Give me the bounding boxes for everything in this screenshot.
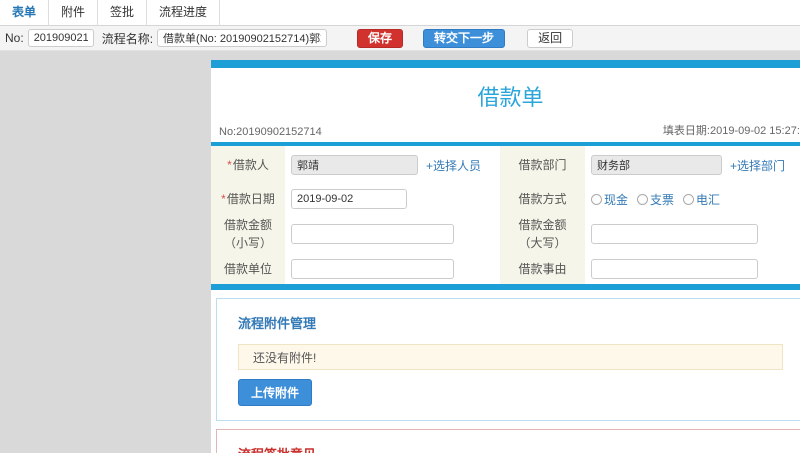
- form-number-text: No:20190902152714: [219, 126, 322, 138]
- borrower-input[interactable]: [291, 155, 418, 175]
- loan-date-label: *借款日期: [211, 184, 285, 214]
- loan-reason-label: 借款事由: [500, 254, 585, 284]
- tab-attachments[interactable]: 附件: [49, 0, 99, 26]
- loan-reason-input[interactable]: [591, 259, 758, 279]
- loan-unit-label: 借款单位: [211, 254, 285, 284]
- loan-form-panel: 借款单 No:20190902152714 填表日期:2019-09-02 15…: [211, 60, 800, 453]
- amount-lowercase-field-cell: [285, 214, 500, 254]
- loan-method-radio-group: 现金 支票 电汇: [591, 191, 720, 208]
- attachments-panel: 流程附件管理 还没有附件! 上传附件: [216, 298, 800, 421]
- borrower-label: *借款人: [211, 146, 285, 184]
- loan-unit-input[interactable]: [291, 259, 454, 279]
- upload-attachment-button[interactable]: 上传附件: [238, 379, 313, 406]
- radio-icon[interactable]: [591, 193, 602, 205]
- select-department-link[interactable]: +选择部门: [730, 157, 785, 174]
- tab-bar: 表单 附件 签批 流程进度: [0, 0, 800, 26]
- radio-icon[interactable]: [637, 193, 649, 205]
- form-date-text: 填表日期:2019-09-02 15:27:1: [662, 125, 800, 137]
- panel-bottom-bar: [211, 284, 800, 290]
- loan-unit-field-cell: [285, 254, 500, 284]
- tab-approval[interactable]: 签批: [98, 0, 148, 26]
- form-title: 借款单: [477, 85, 544, 110]
- loan-method-label: 借款方式: [500, 184, 585, 214]
- amount-uppercase-field-cell: [585, 214, 800, 254]
- loan-date-field-cell: [285, 184, 500, 214]
- borrower-field-cell: +选择人员: [285, 146, 500, 184]
- amount-lowercase-input[interactable]: [291, 224, 454, 244]
- loan-reason-field-cell: [585, 254, 800, 284]
- amount-uppercase-input[interactable]: [591, 224, 758, 244]
- loan-form-grid: *借款人 +选择人员 借款部门 +选择部门 *借款日期 借款方式 现金: [211, 146, 800, 284]
- loan-date-input[interactable]: [291, 189, 407, 209]
- toolbar: No: 流程名称: 保存 转交下一步 返回: [0, 26, 800, 51]
- no-attachments-alert: 还没有附件!: [238, 344, 783, 370]
- radio-cash[interactable]: 现金: [591, 191, 628, 208]
- required-marker: *: [221, 192, 226, 206]
- no-input[interactable]: [27, 29, 94, 47]
- loan-method-field-cell: 现金 支票 电汇: [585, 184, 800, 214]
- back-button[interactable]: 返回: [527, 28, 574, 48]
- approval-panel-title: 流程签批意见: [238, 444, 783, 453]
- required-marker: *: [227, 158, 232, 172]
- no-label: No:: [5, 31, 24, 45]
- select-person-link[interactable]: +选择人员: [426, 157, 481, 174]
- tab-form[interactable]: 表单: [0, 0, 50, 26]
- form-meta-row: No:20190902152714 填表日期:2019-09-02 15:27:…: [211, 112, 800, 142]
- radio-cheque[interactable]: 支票: [637, 191, 674, 208]
- panel-top-bar: [211, 60, 800, 68]
- radio-wire-transfer[interactable]: 电汇: [683, 191, 720, 208]
- amount-lowercase-label: 借款金额（小写）: [211, 214, 285, 254]
- attachments-panel-title: 流程附件管理: [238, 316, 317, 331]
- forward-next-step-button[interactable]: 转交下一步: [423, 28, 506, 48]
- tab-process-progress[interactable]: 流程进度: [147, 0, 221, 26]
- department-label: 借款部门: [500, 146, 585, 184]
- process-name-label: 流程名称:: [101, 31, 154, 46]
- process-name-input[interactable]: [157, 29, 328, 47]
- amount-uppercase-label: 借款金额（大写）: [500, 214, 585, 254]
- radio-icon[interactable]: [683, 193, 695, 205]
- department-field-cell: +选择部门: [585, 146, 800, 184]
- department-input[interactable]: [591, 155, 722, 175]
- approval-panel: 流程签批意见 B I abc: [216, 429, 800, 453]
- save-button[interactable]: 保存: [357, 28, 404, 48]
